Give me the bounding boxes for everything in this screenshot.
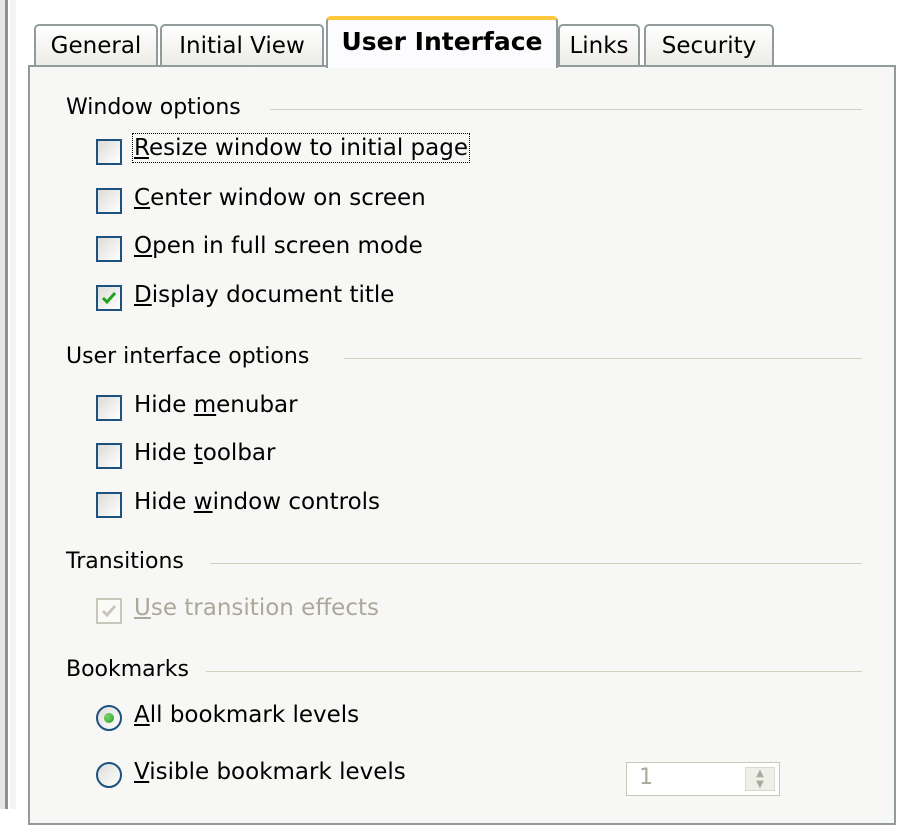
visible-levels-label[interactable]: Visible bookmark levels [134,759,406,785]
spinner-arrows-icon[interactable]: ▲ ▼ [745,767,775,791]
full-screen-label[interactable]: Open in full screen mode [134,233,423,259]
bookmark-levels-value: 1 [639,765,653,790]
display-title-checkbox[interactable] [96,285,122,311]
tab-user-interface[interactable]: User Interface [326,16,558,68]
group-divider [270,109,862,110]
radio-selected-dot [104,713,114,723]
group-divider [344,358,862,359]
group-title: User interface options [66,344,310,369]
tab-links[interactable]: Links [558,24,640,66]
hide-menubar-label[interactable]: Hide menubar [134,392,298,418]
full-screen-checkbox[interactable] [96,236,122,262]
display-title-label[interactable]: Display document title [134,282,394,308]
checkmark-icon [101,292,117,305]
visible-levels-radio[interactable] [96,762,122,788]
transition-effects-checkbox[interactable] [96,598,122,624]
tab-initial-view[interactable]: Initial View [160,24,324,66]
center-window-checkbox[interactable] [96,188,122,214]
window-options-group: Window options [66,95,241,120]
tab-general[interactable]: General [34,24,158,66]
center-window-label[interactable]: Center window on screen [134,185,426,211]
transitions-group: Transitions [66,549,184,574]
hide-toolbar-label[interactable]: Hide toolbar [134,440,275,466]
resize-window-checkbox[interactable] [96,139,122,165]
hide-menubar-checkbox[interactable] [96,395,122,421]
checkmark-icon [101,605,117,618]
group-title: Bookmarks [66,657,189,682]
transition-effects-label[interactable]: Use transition effects [134,595,379,621]
ui-options-group: User interface options [66,344,309,369]
group-divider [206,671,862,672]
tab-security[interactable]: Security [644,24,774,66]
bookmarks-group: Bookmarks [66,657,189,682]
hide-window-controls-label[interactable]: Hide window controls [134,489,380,515]
resize-window-label[interactable]: Resize window to initial page [132,133,470,163]
group-title: Window options [66,95,241,120]
hide-toolbar-checkbox[interactable] [96,443,122,469]
bookmark-levels-spinner[interactable]: 1 ▲ ▼ [626,762,780,796]
all-levels-label[interactable]: All bookmark levels [134,702,359,728]
window-edge [10,0,16,809]
group-title: Transitions [66,549,184,574]
hide-window-controls-checkbox[interactable] [96,492,122,518]
all-levels-radio[interactable] [96,705,122,731]
group-divider [210,563,862,564]
